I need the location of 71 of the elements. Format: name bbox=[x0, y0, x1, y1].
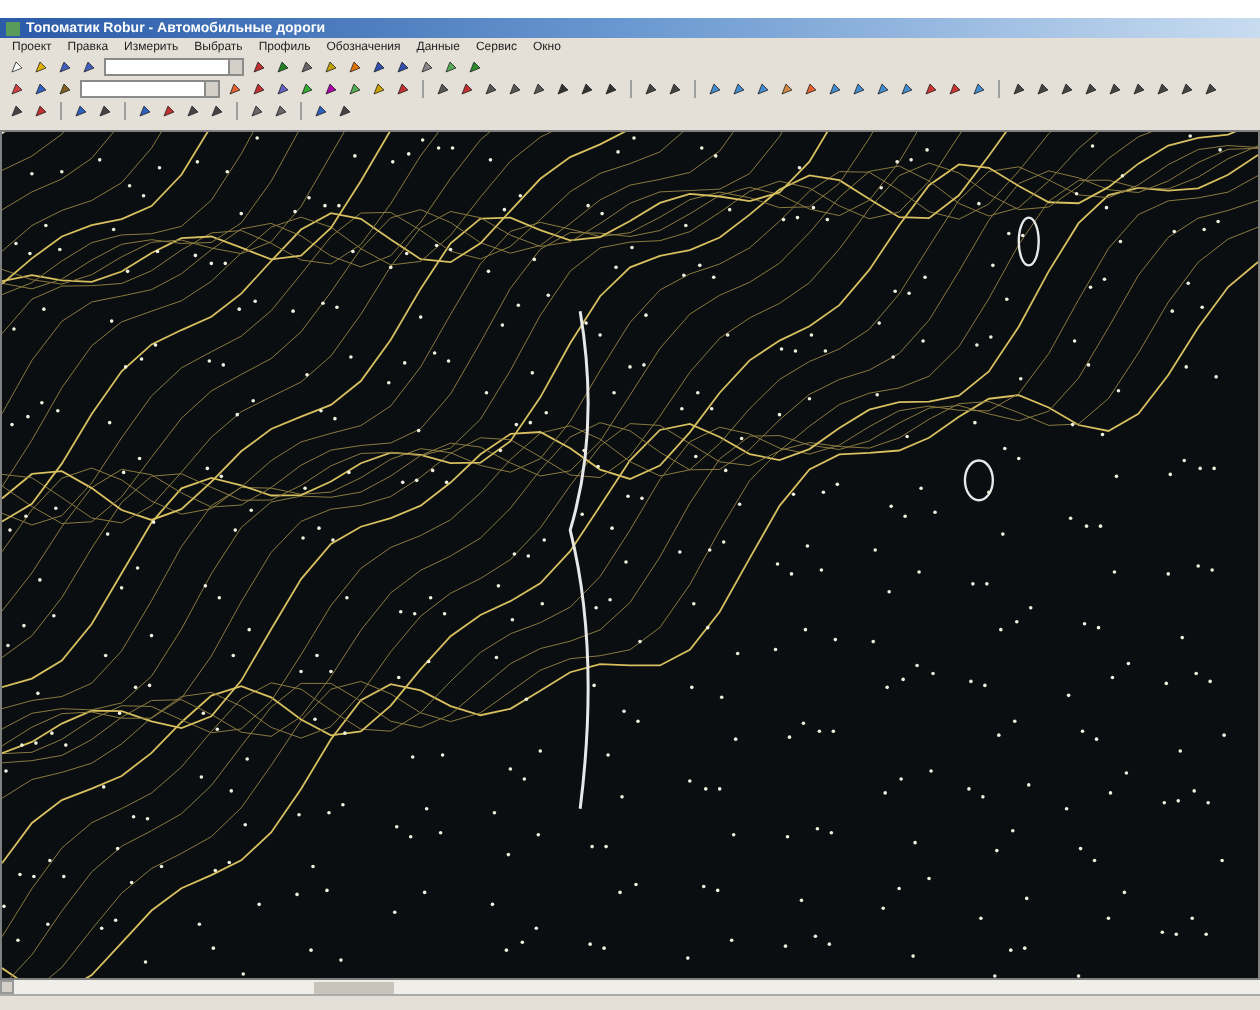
toolbar-button[interactable] bbox=[1082, 80, 1100, 98]
toolbar-button[interactable] bbox=[160, 102, 178, 120]
toolbar-button[interactable] bbox=[826, 80, 844, 98]
toolbar-button[interactable] bbox=[298, 58, 316, 76]
toolbar-button[interactable] bbox=[754, 80, 772, 98]
toolbar-button[interactable] bbox=[248, 102, 266, 120]
toolbar-button[interactable] bbox=[642, 80, 660, 98]
toolbar-button[interactable] bbox=[706, 80, 724, 98]
toolbar-button[interactable] bbox=[922, 80, 940, 98]
toolbar-button[interactable] bbox=[8, 58, 26, 76]
toolbar-button[interactable] bbox=[8, 80, 26, 98]
toolbar-button[interactable] bbox=[346, 58, 364, 76]
toolbar-button[interactable] bbox=[874, 80, 892, 98]
toolbar-button[interactable] bbox=[250, 80, 268, 98]
toolbar-button[interactable] bbox=[442, 58, 460, 76]
toolbar-button[interactable] bbox=[274, 80, 292, 98]
toolbar-button[interactable] bbox=[602, 80, 620, 98]
toolbar-button[interactable] bbox=[32, 58, 50, 76]
toolbar-button[interactable] bbox=[778, 80, 796, 98]
app-icon bbox=[6, 21, 20, 36]
toolbar-button[interactable] bbox=[226, 80, 244, 98]
toolbar-button[interactable] bbox=[970, 80, 988, 98]
toolbar-button[interactable] bbox=[32, 102, 50, 120]
toolbar-button[interactable] bbox=[466, 58, 484, 76]
toolbar-button[interactable] bbox=[312, 102, 330, 120]
toolbar-button[interactable] bbox=[418, 58, 436, 76]
toolbar-button[interactable] bbox=[370, 80, 388, 98]
horizontal-scrollbar[interactable] bbox=[0, 980, 1260, 994]
toolbar-button[interactable] bbox=[946, 80, 964, 98]
toolbar-button[interactable] bbox=[578, 80, 596, 98]
toolbar-button[interactable] bbox=[336, 102, 354, 120]
toolbar-button[interactable] bbox=[394, 58, 412, 76]
toolbar-button[interactable] bbox=[394, 80, 412, 98]
toolbar-button[interactable] bbox=[1058, 80, 1076, 98]
toolbar-button[interactable] bbox=[666, 80, 684, 98]
toolbar-button[interactable] bbox=[56, 80, 74, 98]
toolbar-button[interactable] bbox=[1178, 80, 1196, 98]
toolbar-button[interactable] bbox=[458, 80, 476, 98]
toolbar-button[interactable] bbox=[80, 58, 98, 76]
toolbar-button[interactable] bbox=[506, 80, 524, 98]
toolbar-button[interactable] bbox=[322, 80, 340, 98]
toolbar-button[interactable] bbox=[1202, 80, 1220, 98]
toolbar-button[interactable] bbox=[370, 58, 388, 76]
toolbar-button[interactable] bbox=[346, 80, 364, 98]
toolbar-button[interactable] bbox=[272, 102, 290, 120]
toolbar-button[interactable] bbox=[208, 102, 226, 120]
toolbar-button[interactable] bbox=[32, 80, 50, 98]
toolbar-button[interactable] bbox=[250, 58, 268, 76]
toolbar-button[interactable] bbox=[298, 80, 316, 98]
toolbar-button[interactable] bbox=[1130, 80, 1148, 98]
toolbar-button[interactable] bbox=[1010, 80, 1028, 98]
toolbar-button[interactable] bbox=[730, 80, 748, 98]
toolbar-button[interactable] bbox=[898, 80, 916, 98]
toolbar-button[interactable] bbox=[184, 102, 202, 120]
toolbar-button[interactable] bbox=[56, 58, 74, 76]
toolbar-button[interactable] bbox=[8, 102, 26, 120]
toolbar-button[interactable] bbox=[96, 102, 114, 120]
toolbar-button[interactable] bbox=[850, 80, 868, 98]
toolbar-button[interactable] bbox=[802, 80, 820, 98]
toolbar-button[interactable] bbox=[136, 102, 154, 120]
toolbar-button[interactable] bbox=[434, 80, 452, 98]
toolbar-button[interactable] bbox=[554, 80, 572, 98]
toolbar-button[interactable] bbox=[322, 58, 340, 76]
toolbar-button[interactable] bbox=[274, 58, 292, 76]
scrollbar-thumb[interactable] bbox=[314, 981, 394, 993]
toolbar-button[interactable] bbox=[530, 80, 548, 98]
toolbar-button[interactable] bbox=[1106, 80, 1124, 98]
toolbar-button[interactable] bbox=[1154, 80, 1172, 98]
toolbar-button[interactable] bbox=[72, 102, 90, 120]
toolbar-button[interactable] bbox=[482, 80, 500, 98]
toolbar-button[interactable] bbox=[1034, 80, 1052, 98]
